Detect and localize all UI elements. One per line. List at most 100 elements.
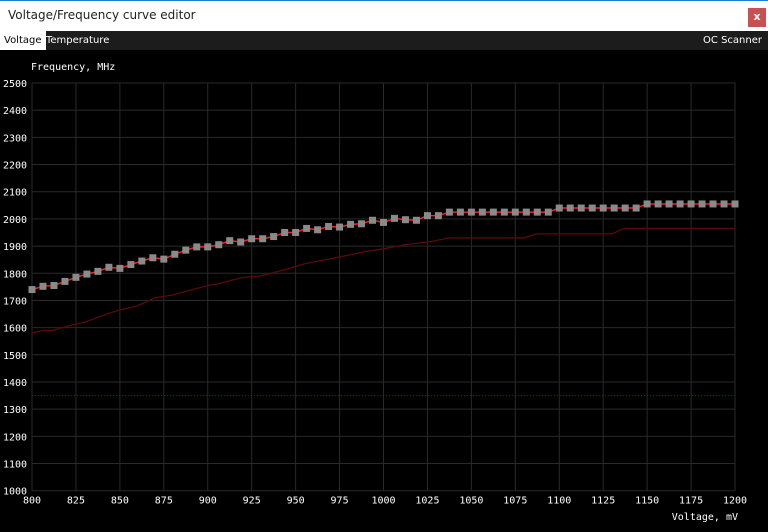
x-tick-label: 875 bbox=[155, 496, 173, 507]
curve-point[interactable] bbox=[193, 243, 201, 251]
curve-point[interactable] bbox=[390, 214, 398, 222]
x-tick-label: 1100 bbox=[547, 496, 571, 507]
curve-point[interactable] bbox=[325, 223, 333, 231]
curve-point[interactable] bbox=[665, 200, 673, 208]
curve-point[interactable] bbox=[621, 204, 629, 212]
curve-point[interactable] bbox=[248, 235, 256, 243]
curve-point[interactable] bbox=[270, 233, 278, 241]
curve-point[interactable] bbox=[632, 204, 640, 212]
y-tick-label: 1300 bbox=[3, 405, 27, 416]
y-tick-label: 1600 bbox=[3, 324, 27, 335]
curve-point[interactable] bbox=[511, 208, 519, 216]
curve-point[interactable] bbox=[215, 241, 223, 249]
curve-point[interactable] bbox=[94, 267, 102, 275]
x-tick-label: 950 bbox=[287, 496, 305, 507]
curve-point[interactable] bbox=[259, 235, 267, 243]
curve-point[interactable] bbox=[149, 254, 157, 262]
curve-point[interactable] bbox=[643, 200, 651, 208]
curve-point[interactable] bbox=[237, 238, 245, 246]
curve-point[interactable] bbox=[599, 204, 607, 212]
curve-point[interactable] bbox=[709, 200, 717, 208]
curve-point[interactable] bbox=[369, 216, 377, 224]
curve-point[interactable] bbox=[522, 208, 530, 216]
curve-point[interactable] bbox=[83, 270, 91, 278]
curve-point[interactable] bbox=[544, 208, 552, 216]
x-tick-label: 1075 bbox=[503, 496, 527, 507]
curve-point[interactable] bbox=[105, 263, 113, 271]
curve-point[interactable] bbox=[336, 223, 344, 231]
curve-point[interactable] bbox=[61, 277, 69, 285]
curve-point[interactable] bbox=[423, 212, 431, 220]
curve-point[interactable] bbox=[171, 250, 179, 258]
curve-point[interactable] bbox=[28, 286, 36, 294]
curve-point[interactable] bbox=[478, 208, 486, 216]
curve-point[interactable] bbox=[314, 226, 322, 234]
title-bar: Voltage/Frequency curve editor x bbox=[0, 1, 768, 31]
curve-point[interactable] bbox=[698, 200, 706, 208]
curve-point[interactable] bbox=[292, 228, 300, 236]
curve-point[interactable] bbox=[654, 200, 662, 208]
y-tick-label: 1100 bbox=[3, 460, 27, 471]
oc-scanner-button[interactable]: OC Scanner bbox=[703, 31, 762, 50]
window-title: Voltage/Frequency curve editor bbox=[8, 8, 196, 22]
x-tick-label: 1200 bbox=[723, 496, 747, 507]
curve-point[interactable] bbox=[555, 204, 563, 212]
curve-point[interactable] bbox=[533, 208, 541, 216]
curve-point[interactable] bbox=[204, 243, 212, 251]
curve-point[interactable] bbox=[566, 204, 574, 212]
curve-point[interactable] bbox=[72, 273, 80, 281]
tab-temperature[interactable]: Temperature bbox=[42, 31, 113, 50]
y-tick-label: 2200 bbox=[3, 161, 27, 172]
x-axis-label: Voltage, mV bbox=[672, 512, 738, 523]
curve-point[interactable] bbox=[358, 220, 366, 228]
curve-point[interactable] bbox=[434, 212, 442, 220]
curve-point[interactable] bbox=[610, 204, 618, 212]
curve-point[interactable] bbox=[127, 261, 135, 269]
x-tick-label: 1025 bbox=[415, 496, 439, 507]
curve-point[interactable] bbox=[303, 224, 311, 232]
y-tick-label: 1700 bbox=[3, 296, 27, 307]
y-tick-label: 1200 bbox=[3, 432, 27, 443]
curve-point[interactable] bbox=[50, 281, 58, 289]
x-tick-label: 1175 bbox=[679, 496, 703, 507]
curve-point[interactable] bbox=[182, 246, 190, 254]
curve-point[interactable] bbox=[731, 200, 739, 208]
tab-bar: Voltage Temperature OC Scanner bbox=[0, 31, 768, 50]
y-axis-label: Frequency, MHz bbox=[31, 62, 115, 73]
curve-point[interactable] bbox=[412, 216, 420, 224]
curve-point[interactable] bbox=[445, 208, 453, 216]
curve-point[interactable] bbox=[577, 204, 585, 212]
tab-voltage[interactable]: Voltage bbox=[0, 31, 46, 50]
curve-point[interactable] bbox=[687, 200, 695, 208]
curve-point[interactable] bbox=[676, 200, 684, 208]
curve-point[interactable] bbox=[116, 264, 124, 272]
curve-point[interactable] bbox=[456, 208, 464, 216]
curve-point[interactable] bbox=[347, 220, 355, 228]
y-tick-label: 2500 bbox=[3, 79, 27, 90]
x-tick-label: 1000 bbox=[371, 496, 395, 507]
curve-point[interactable] bbox=[380, 218, 387, 226]
curve-point[interactable] bbox=[489, 208, 497, 216]
curve-point[interactable] bbox=[281, 228, 289, 236]
x-tick-label: 1150 bbox=[635, 496, 659, 507]
vf-curve-chart[interactable]: Frequency, MHz Voltage, mV 800 825 850 875 9… bbox=[0, 50, 768, 532]
x-tick-label: 1050 bbox=[459, 496, 483, 507]
x-tick-label: 825 bbox=[67, 496, 85, 507]
curve-point[interactable] bbox=[500, 208, 508, 216]
curve-point[interactable] bbox=[588, 204, 596, 212]
curve-point[interactable] bbox=[39, 282, 47, 290]
close-button[interactable]: x bbox=[748, 8, 766, 27]
x-tick-label: 1125 bbox=[591, 496, 615, 507]
curve-point[interactable] bbox=[138, 257, 146, 265]
y-tick-label: 1900 bbox=[3, 242, 27, 253]
x-tick-label: 850 bbox=[111, 496, 129, 507]
y-tick-label: 2000 bbox=[3, 215, 27, 226]
curve-point[interactable] bbox=[401, 216, 409, 224]
y-tick-label: 1800 bbox=[3, 269, 27, 280]
curve-point[interactable] bbox=[160, 255, 168, 263]
curve-point[interactable] bbox=[720, 200, 728, 208]
y-tick-label: 2300 bbox=[3, 133, 27, 144]
curve-point[interactable] bbox=[226, 237, 234, 245]
curve-point[interactable] bbox=[467, 208, 475, 216]
x-tick-label: 975 bbox=[331, 496, 349, 507]
